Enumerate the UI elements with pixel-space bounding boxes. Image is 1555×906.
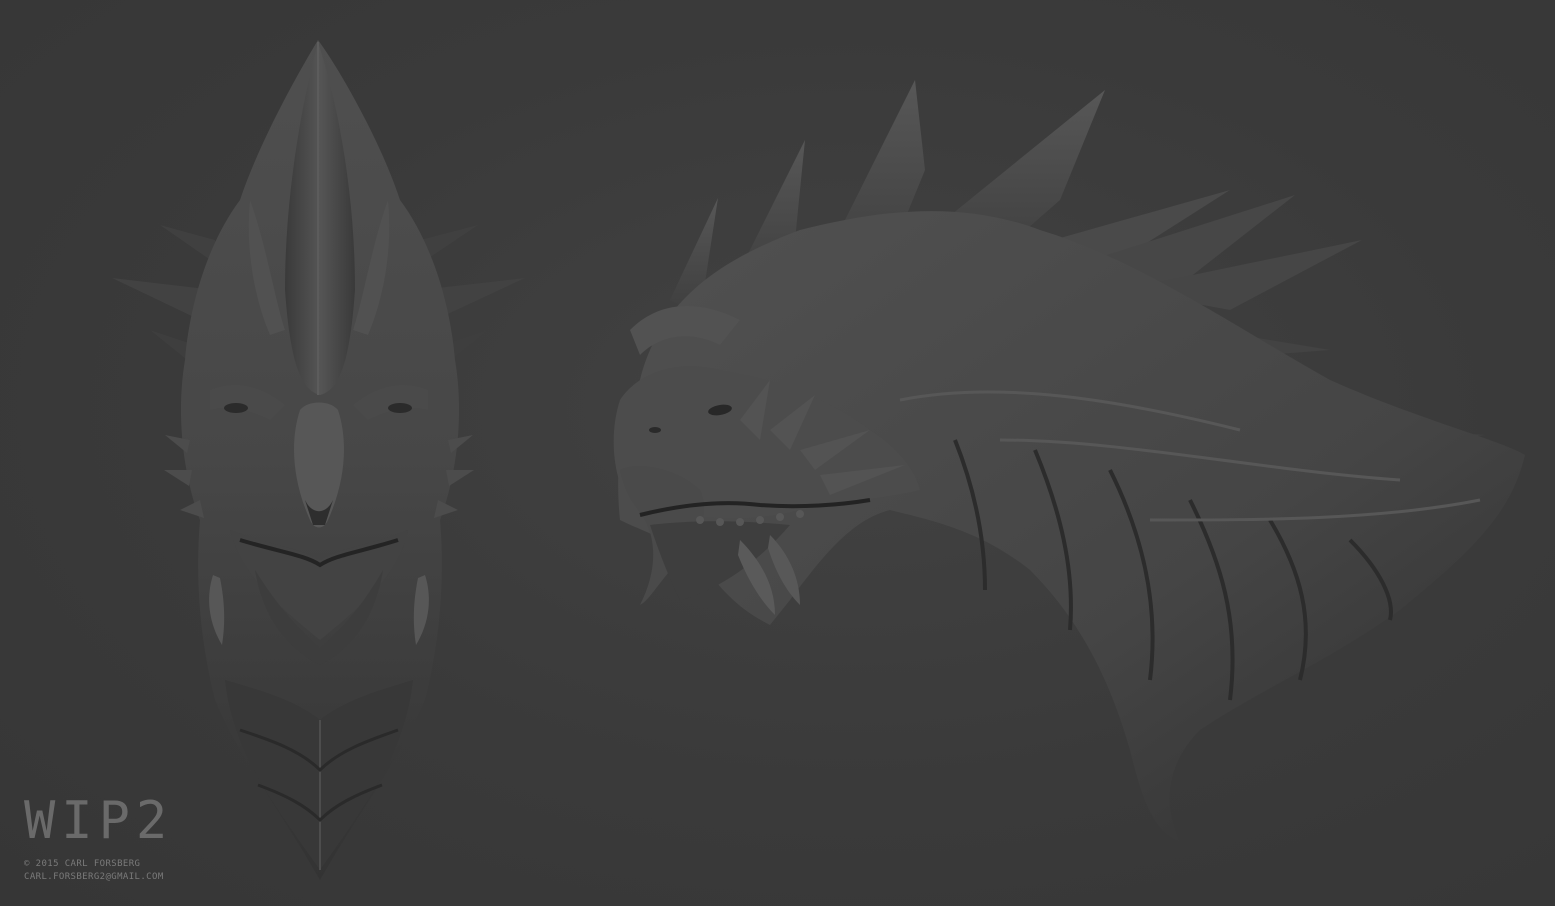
artwork-caption: WIP2 © 2015 CARL FORSBERG CARL.FORSBERG2… (24, 792, 173, 884)
wip-title: WIP2 (24, 791, 174, 851)
contact-email: CARL.FORSBERG2@GMAIL.COM (24, 872, 164, 882)
sculpt-renders (112, 40, 1525, 880)
copyright-line: © 2015 CARL FORSBERG (24, 859, 141, 869)
artwork-canvas: WIP2 © 2015 CARL FORSBERG CARL.FORSBERG2… (0, 0, 1555, 906)
side-view-sculpt (613, 80, 1525, 842)
front-view-sculpt (112, 40, 525, 880)
